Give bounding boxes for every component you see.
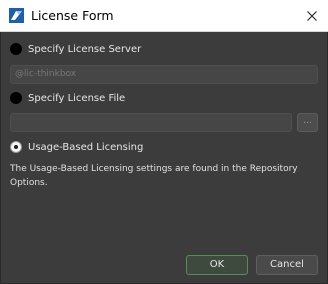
close-button[interactable] [296,0,328,32]
specify-license-file-option[interactable]: Specify License File [10,90,125,106]
close-icon [307,11,317,21]
browse-button[interactable]: ... [297,113,318,132]
cancel-button[interactable]: Cancel [256,255,318,275]
title-bar: License Form [0,0,328,32]
license-server-input[interactable]: @lic-thinkbox [10,65,318,84]
usage-based-radio[interactable] [10,141,22,153]
usage-based-licensing-option[interactable]: Usage-Based Licensing [10,139,143,155]
window-title: License Form [31,8,114,23]
thinkbox-logo-icon [9,8,24,23]
license-file-radio[interactable] [10,92,22,104]
license-file-label: Specify License File [28,92,126,104]
license-server-radio[interactable] [10,43,22,55]
specify-license-server-option[interactable]: Specify License Server [10,41,141,57]
license-file-input[interactable] [10,113,292,132]
ok-button[interactable]: OK [186,255,248,275]
info-text: The Usage-Based Licensing settings are f… [10,164,298,188]
license-server-label: Specify License Server [28,43,142,55]
usage-based-label: Usage-Based Licensing [28,141,144,153]
